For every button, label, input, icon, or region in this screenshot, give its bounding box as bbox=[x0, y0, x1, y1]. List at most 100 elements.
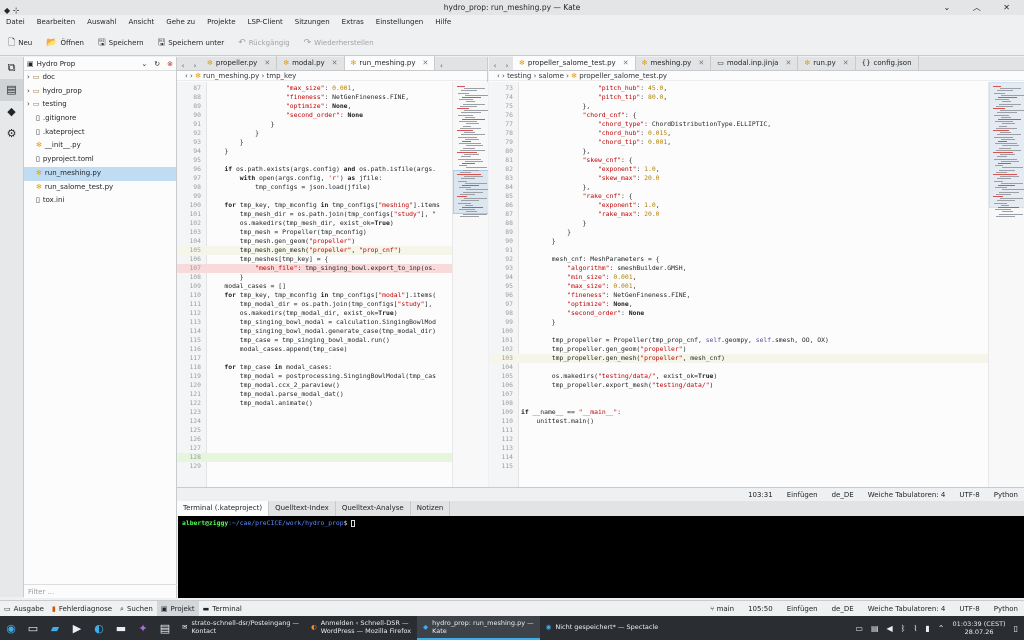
display-icon[interactable]: ▭ bbox=[855, 624, 863, 633]
code-line[interactable]: 105 os.makedirs("testing/data/", exist_o… bbox=[489, 372, 1024, 381]
tab-modal-inp-jinja[interactable]: ▭ modal.inp.jinja ✕ bbox=[711, 56, 799, 70]
volume-icon[interactable]: ◀ bbox=[887, 624, 893, 633]
code-line[interactable]: 86 "exponent": 1.0, bbox=[489, 201, 1024, 210]
git-icon[interactable]: ◆ bbox=[0, 101, 23, 123]
project-tree-item[interactable]: ▯ .gitignore bbox=[24, 112, 176, 126]
app-launcher-icon[interactable]: ◉ bbox=[0, 616, 22, 640]
tab-scroll-right-icon[interactable]: › bbox=[501, 62, 513, 70]
code-line[interactable]: 102 tmp_propeller.gen_geom("propeller") bbox=[489, 345, 1024, 354]
save-button[interactable]: 🖫 Speichern bbox=[98, 35, 144, 51]
task-spectacle[interactable]: ◉ Nicht gespeichert* — Spectacle bbox=[540, 616, 665, 640]
code-line[interactable]: 101 tmp_mesh_dir = os.path.join(tmp_conf… bbox=[177, 210, 488, 219]
terminal-button[interactable]: ▬ Terminal bbox=[199, 601, 246, 616]
tab-scroll-left-icon[interactable]: ‹ bbox=[177, 62, 189, 70]
close-tab-icon[interactable]: ✕ bbox=[785, 59, 791, 67]
close-tab-icon[interactable]: ✕ bbox=[264, 59, 270, 67]
code-line[interactable]: 89 "optimize": None, bbox=[177, 102, 488, 111]
code-line[interactable]: 103 tmp_propeller.gen_mesh("propeller", … bbox=[489, 354, 1024, 363]
code-line[interactable]: 114 tmp_singing_bowl_modal.generate_case… bbox=[177, 327, 488, 336]
code-line[interactable]: 128 bbox=[177, 453, 488, 462]
tab-run-py[interactable]: ✻ run.py ✕ bbox=[798, 56, 856, 70]
undo-button[interactable]: ↶ Rückgängig bbox=[238, 38, 289, 48]
code-line[interactable]: 112 os.makedirs(tmp_modal_dir, exist_ok=… bbox=[177, 309, 488, 318]
battery-icon[interactable]: ▮ bbox=[925, 624, 929, 633]
code-line[interactable]: 96 if os.path.exists(args.config) and os… bbox=[177, 165, 488, 174]
code-line[interactable]: 82 "exponent": 1.0, bbox=[489, 165, 1024, 174]
menu-settings[interactable]: Einstellungen bbox=[376, 15, 423, 30]
close-tab-icon[interactable]: ✕ bbox=[698, 59, 704, 67]
code-line[interactable]: 84 }, bbox=[489, 183, 1024, 192]
bluetooth-icon[interactable]: ᛒ bbox=[901, 624, 906, 633]
code-line[interactable]: 119 tmp_modal = postprocessing.SingingBo… bbox=[177, 372, 488, 381]
firefox-launcher-icon[interactable]: ◐ bbox=[88, 616, 110, 640]
project-button[interactable]: ▣ Projekt bbox=[156, 601, 199, 616]
code-line[interactable]: 73 "pitch_hub": 45.0, bbox=[489, 84, 1024, 93]
menu-tools[interactable]: Extras bbox=[342, 15, 364, 30]
menu-lsp-client[interactable]: LSP-Client bbox=[248, 15, 283, 30]
network-icon[interactable]: ⌇ bbox=[913, 624, 917, 633]
breadcrumb-file[interactable]: run_meshing.py bbox=[203, 72, 259, 80]
project-name-select[interactable]: Hydro Prop bbox=[37, 60, 76, 68]
close-tab-icon[interactable]: ✕ bbox=[332, 59, 338, 67]
code-line[interactable]: 110 unittest.main() bbox=[489, 417, 1024, 426]
terminal-launcher-icon[interactable]: ▶ bbox=[66, 616, 88, 640]
kdenlive-launcher-icon[interactable]: ✦ bbox=[132, 616, 154, 640]
code-line[interactable]: 98 tmp_configs = json.load(jfile) bbox=[177, 183, 488, 192]
left-code-area[interactable]: 87 "max_size": 0.001, 88 "fineness": NetG… bbox=[177, 82, 488, 487]
task-firefox[interactable]: ◐ Anmelden ‹ Schnell-DSR — WordPress — Moz… bbox=[305, 616, 417, 640]
code-line[interactable]: 108 bbox=[489, 399, 1024, 408]
pager-icon[interactable]: ▭ bbox=[22, 616, 44, 640]
project-tree-item[interactable]: › ▭ testing bbox=[24, 98, 176, 112]
code-line[interactable]: 87 "rake_max": 20.0 bbox=[489, 210, 1024, 219]
dolphin-icon[interactable]: ▰ bbox=[44, 616, 66, 640]
project-tree-item[interactable]: ▯ .kateproject bbox=[24, 126, 176, 140]
task-kate[interactable]: ◆ hydro_prop: run_meshing.py — Kate bbox=[417, 616, 540, 640]
symbols-icon[interactable]: ⚙ bbox=[0, 123, 23, 145]
projects-icon[interactable]: ▤ bbox=[0, 79, 23, 101]
code-line[interactable]: 83 "skew_max": 20.0 bbox=[489, 174, 1024, 183]
code-line[interactable]: 105 tmp_mesh.gen_mesh("propeller", "prop… bbox=[177, 246, 488, 255]
project-tree-item[interactable]: ✻ run_salome_test.py bbox=[24, 181, 176, 195]
code-line[interactable]: 79 "chord_tip": 0.001, bbox=[489, 138, 1024, 147]
syntax-global[interactable]: Python bbox=[994, 601, 1018, 616]
diagnostics-button[interactable]: ▮ Fehlerdiagnose bbox=[48, 601, 116, 616]
code-line[interactable]: 109 modal_cases = [] bbox=[177, 282, 488, 291]
code-line[interactable]: 111 tmp_modal_dir = os.path.join(tmp_con… bbox=[177, 300, 488, 309]
code-line[interactable]: 99 } bbox=[489, 318, 1024, 327]
chevron-right-icon[interactable]: › bbox=[27, 98, 30, 112]
code-line[interactable]: 95 bbox=[177, 156, 488, 165]
tray-expand-icon[interactable]: ⌃ bbox=[938, 624, 945, 633]
chevron-right-icon[interactable]: › bbox=[27, 71, 30, 85]
clock[interactable]: 01:03:39 (CEST) 28.07.26 bbox=[952, 620, 1005, 636]
code-line[interactable]: 92 mesh_cnf: MeshParameters = { bbox=[489, 255, 1024, 264]
code-line[interactable]: 127 bbox=[177, 444, 488, 453]
cursor-position-global[interactable]: 105:50 bbox=[748, 601, 773, 616]
code-line[interactable]: 97 "optimize": None, bbox=[489, 300, 1024, 309]
code-line[interactable]: 75 }, bbox=[489, 102, 1024, 111]
code-line[interactable]: 107 bbox=[489, 390, 1024, 399]
code-line[interactable]: 97 with open(args.config, 'r') as jfile: bbox=[177, 174, 488, 183]
spellcheck-language[interactable]: de_DE bbox=[832, 488, 854, 501]
code-line[interactable]: 80 }, bbox=[489, 147, 1024, 156]
code-line[interactable]: 126 bbox=[177, 435, 488, 444]
code-line[interactable]: 95 "max_size": 0.001, bbox=[489, 282, 1024, 291]
breadcrumb-dir-testing[interactable]: testing bbox=[507, 72, 531, 80]
documents-icon[interactable]: ⧉ bbox=[0, 57, 23, 79]
tab-notes[interactable]: Notizen bbox=[411, 501, 451, 516]
code-line[interactable]: 98 "second_order": None bbox=[489, 309, 1024, 318]
code-line[interactable]: 113 bbox=[489, 444, 1024, 453]
open-button[interactable]: 📂 Öffnen bbox=[46, 38, 84, 48]
project-tree-item[interactable]: ▯ tox.ini bbox=[24, 194, 176, 208]
code-line[interactable]: 125 bbox=[177, 426, 488, 435]
project-tree-item[interactable]: ✻ __init__.py bbox=[24, 139, 176, 153]
new-button[interactable]: 🗋 Neu bbox=[8, 35, 32, 51]
code-line[interactable]: 101 tmp_propeller = Propeller(tmp_prop_c… bbox=[489, 336, 1024, 345]
code-line[interactable]: 109 if __name__ == "__main__": bbox=[489, 408, 1024, 417]
code-line[interactable]: 92 } bbox=[177, 129, 488, 138]
code-line[interactable]: 122 tmp_modal.animate() bbox=[177, 399, 488, 408]
project-filter-input[interactable]: Filter ... bbox=[24, 584, 177, 598]
code-line[interactable]: 124 bbox=[177, 417, 488, 426]
code-line[interactable]: 96 "fineness": NetGenFineness.FINE, bbox=[489, 291, 1024, 300]
right-code-area[interactable]: 73 "pitch_hub": 45.0, 74 "pitch_tip": 80.… bbox=[489, 82, 1024, 487]
project-tree-item[interactable]: › ▭ doc bbox=[24, 71, 176, 85]
